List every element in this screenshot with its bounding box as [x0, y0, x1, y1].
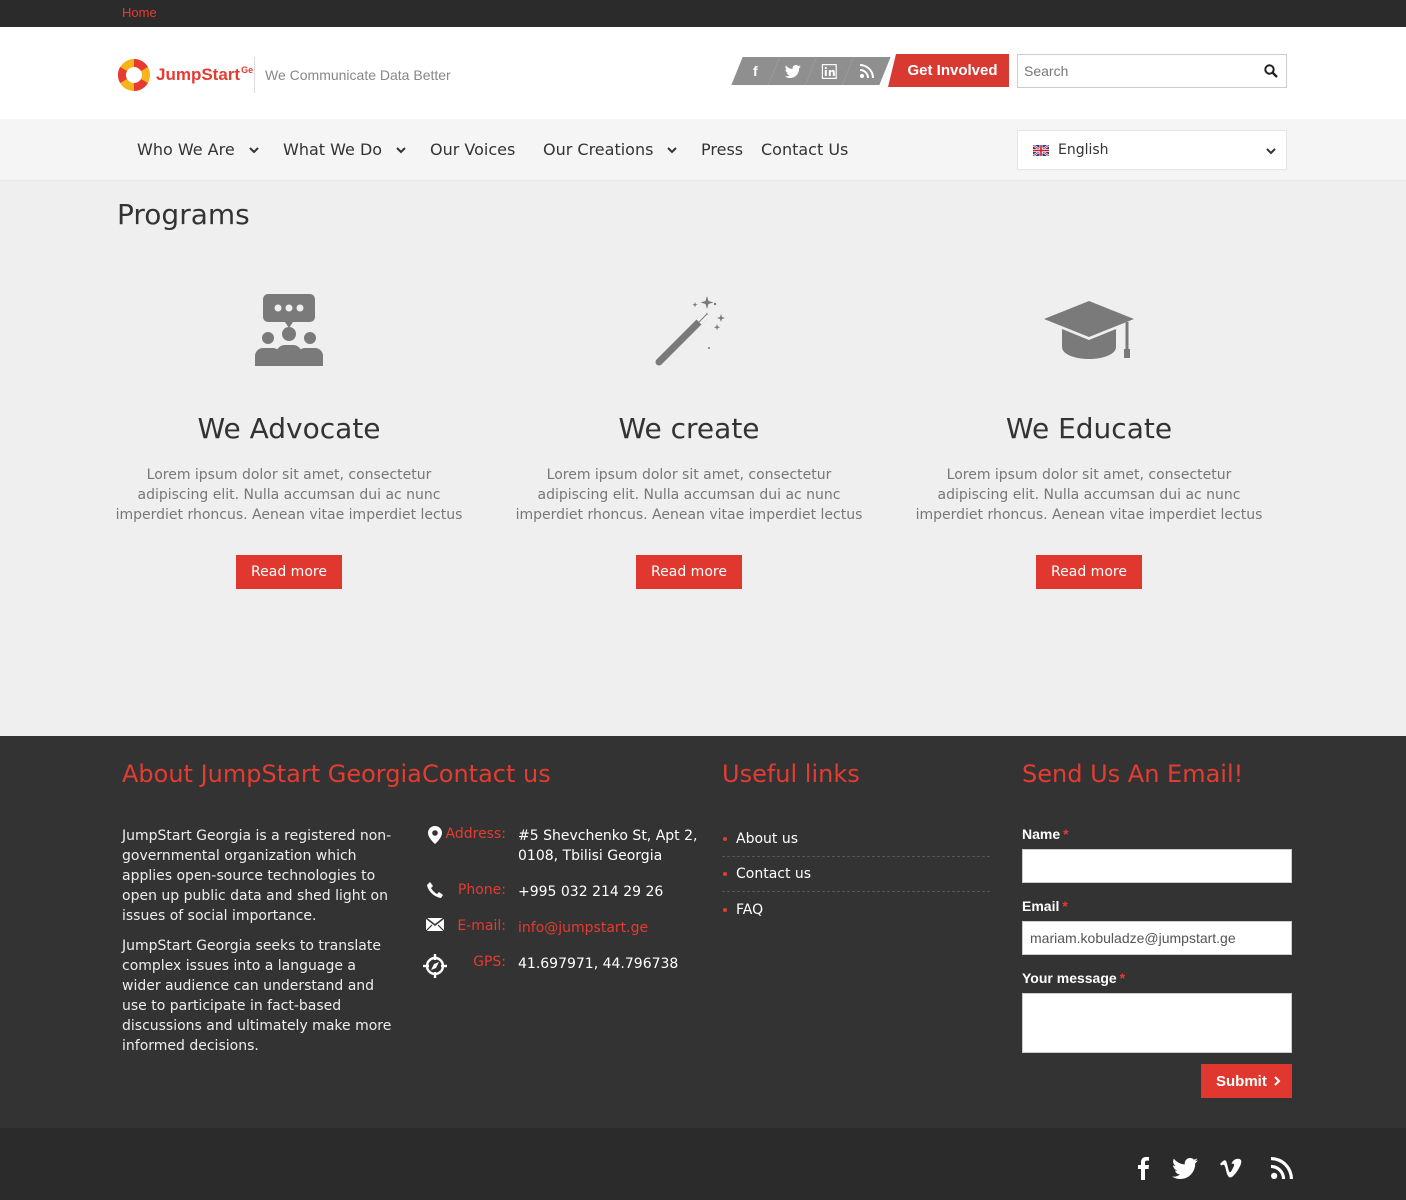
program-title: We create — [618, 412, 760, 445]
footer-useful-links: Useful links About us Contact us FAQ — [722, 760, 990, 927]
program-description: Lorem ipsum dolor sit amet, consectetur … — [115, 467, 463, 523]
header-social-links: f — [731, 57, 894, 85]
chevron-down-icon — [1266, 148, 1276, 155]
language-label: English — [1058, 142, 1109, 158]
nav-item-who-we-are[interactable]: Who We Are — [137, 140, 259, 159]
site-header: JumpStartGe We Communicate Data Better f… — [0, 27, 1406, 119]
program-description: Lorem ipsum dolor sit amet, consectetur … — [515, 467, 863, 523]
chevron-down-icon — [667, 146, 678, 153]
link-contact-us[interactable]: Contact us — [722, 857, 990, 892]
footer-vimeo-link[interactable] — [1219, 1155, 1243, 1181]
footer-twitter-link[interactable] — [1172, 1155, 1198, 1181]
link-faq[interactable]: FAQ — [722, 892, 990, 927]
rss-icon — [1271, 1157, 1293, 1179]
magic-wand-icon — [655, 296, 725, 366]
program-description: Lorem ipsum dolor sit amet, consectetur … — [915, 467, 1263, 523]
facebook-icon: f — [753, 63, 758, 79]
footer-facebook-link[interactable] — [1137, 1155, 1149, 1181]
contact-form-title: Send Us An Email! — [1022, 760, 1244, 788]
footer-links-title: Useful links — [722, 760, 860, 788]
facebook-icon — [1138, 1157, 1149, 1180]
logo-text: JumpStartGe — [156, 65, 254, 84]
rss-icon — [859, 64, 874, 78]
nav-item-our-voices[interactable]: Our Voices — [430, 140, 515, 159]
name-label: Name * — [1022, 826, 1069, 842]
gps-label: GPS: — [473, 954, 506, 970]
page-title: Programs — [117, 198, 250, 231]
twitter-icon — [784, 64, 801, 78]
program-card-create: We create Lorem ipsum dolor sit amet, co… — [489, 290, 889, 589]
email-link[interactable]: info@jumpstart.ge — [518, 918, 698, 938]
bullet — [723, 837, 727, 841]
logo-sun-icon — [117, 58, 150, 92]
graduation-cap-icon — [1044, 301, 1134, 359]
name-field[interactable] — [1022, 849, 1292, 883]
read-more-button[interactable]: Read more — [1036, 555, 1142, 589]
program-card-advocate: We Advocate Lorem ipsum dolor sit amet, … — [89, 290, 489, 589]
get-involved-button[interactable]: Get Involved — [888, 54, 1009, 87]
twitter-icon — [1172, 1157, 1198, 1179]
uk-flag-icon — [1033, 144, 1049, 156]
chevron-down-icon — [396, 146, 406, 153]
language-select[interactable]: English — [1017, 130, 1287, 170]
program-card-educate: We Educate Lorem ipsum dolor sit amet, c… — [889, 290, 1289, 589]
submit-button[interactable]: Submit — [1201, 1064, 1292, 1098]
nav-item-press[interactable]: Press — [701, 140, 743, 159]
message-field[interactable] — [1022, 993, 1292, 1053]
read-more-button[interactable]: Read more — [636, 555, 742, 589]
chevron-right-icon — [1274, 1076, 1281, 1086]
email-label: E-mail: — [457, 918, 506, 934]
search-icon[interactable] — [1264, 64, 1278, 78]
address-value: #5 Shevchenko St, Apt 2, 0108, Tbilisi G… — [518, 828, 698, 864]
tagline: We Communicate Data Better — [265, 67, 451, 83]
bottom-bar — [0, 1128, 1406, 1200]
logo-divider — [254, 57, 255, 93]
nav-item-what-we-do[interactable]: What We Do — [283, 140, 406, 159]
footer-contact: Contact us Address: #5 Shevchenko St, Ap… — [422, 760, 702, 1020]
linkedin-icon — [822, 63, 837, 79]
logo[interactable]: JumpStartGe — [117, 58, 253, 92]
nav-item-our-creations[interactable]: Our Creations — [543, 140, 678, 159]
footer-rss-link[interactable] — [1271, 1155, 1293, 1181]
vimeo-icon — [1220, 1158, 1242, 1177]
address-label: Address: — [445, 826, 506, 842]
footer-about-title: About JumpStart Georgia — [122, 760, 422, 788]
about-paragraph: JumpStart Georgia is a registered non-go… — [122, 828, 392, 924]
program-title: We Advocate — [197, 412, 381, 445]
site-footer: About JumpStart Georgia JumpStart Georgi… — [0, 736, 1406, 1128]
phone-label: Phone: — [457, 882, 506, 898]
useful-links-list: About us Contact us FAQ — [722, 822, 990, 927]
about-paragraph: JumpStart Georgia seeks to translate com… — [122, 938, 392, 1054]
footer-about: About JumpStart Georgia JumpStart Georgi… — [122, 760, 422, 1056]
link-about-us[interactable]: About us — [722, 822, 990, 857]
main-navigation: Who We Are What We Do Our Voices Our Cre… — [0, 119, 1406, 181]
nav-item-contact-us[interactable]: Contact Us — [761, 140, 848, 159]
phone-value: +995 032 214 29 26 — [518, 884, 664, 900]
email-field-label: Email * — [1022, 898, 1068, 914]
bullet — [723, 907, 727, 912]
read-more-button[interactable]: Read more — [236, 555, 342, 589]
top-bar: Home — [0, 0, 1406, 27]
search-box — [1017, 54, 1287, 88]
program-title: We Educate — [1005, 412, 1173, 445]
breadcrumb-home-link[interactable]: Home — [122, 5, 157, 20]
bullet — [723, 872, 727, 876]
search-input[interactable] — [1018, 55, 1248, 87]
email-field[interactable]: mariam.kobuladze@jumpstart.ge — [1022, 921, 1292, 955]
gps-value: 41.697971, 44.796738 — [518, 956, 679, 972]
message-label: Your message * — [1022, 970, 1126, 986]
footer-contact-title: Contact us — [422, 760, 551, 788]
contact-form: Send Us An Email! Name * Email * mariam.ko… — [1022, 760, 1292, 1053]
chevron-down-icon — [248, 146, 259, 153]
people-chat-icon — [255, 294, 323, 366]
